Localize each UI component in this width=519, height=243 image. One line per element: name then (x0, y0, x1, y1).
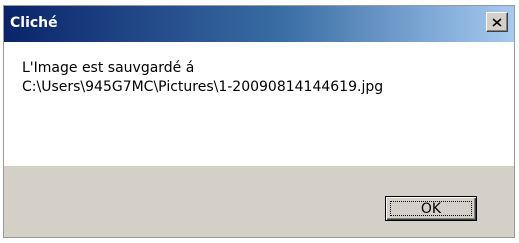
message-dialog: Cliché L'Image est sauvgardé á C:\Users\… (3, 5, 515, 238)
dialog-message: L'Image est sauvgardé á C:\Users\945G7MC… (22, 59, 383, 97)
close-button[interactable] (486, 12, 508, 32)
message-line-2: C:\Users\945G7MC\Pictures\1-200908141446… (22, 79, 384, 95)
window-title: Cliché (10, 15, 58, 31)
close-icon (492, 17, 502, 27)
ok-button[interactable]: OK (385, 196, 477, 221)
dialog-footer: OK (4, 166, 514, 237)
title-bar[interactable]: Cliché (4, 6, 514, 42)
message-line-1: L'Image est sauvgardé á (22, 60, 195, 76)
ok-button-label: OK (420, 200, 442, 217)
